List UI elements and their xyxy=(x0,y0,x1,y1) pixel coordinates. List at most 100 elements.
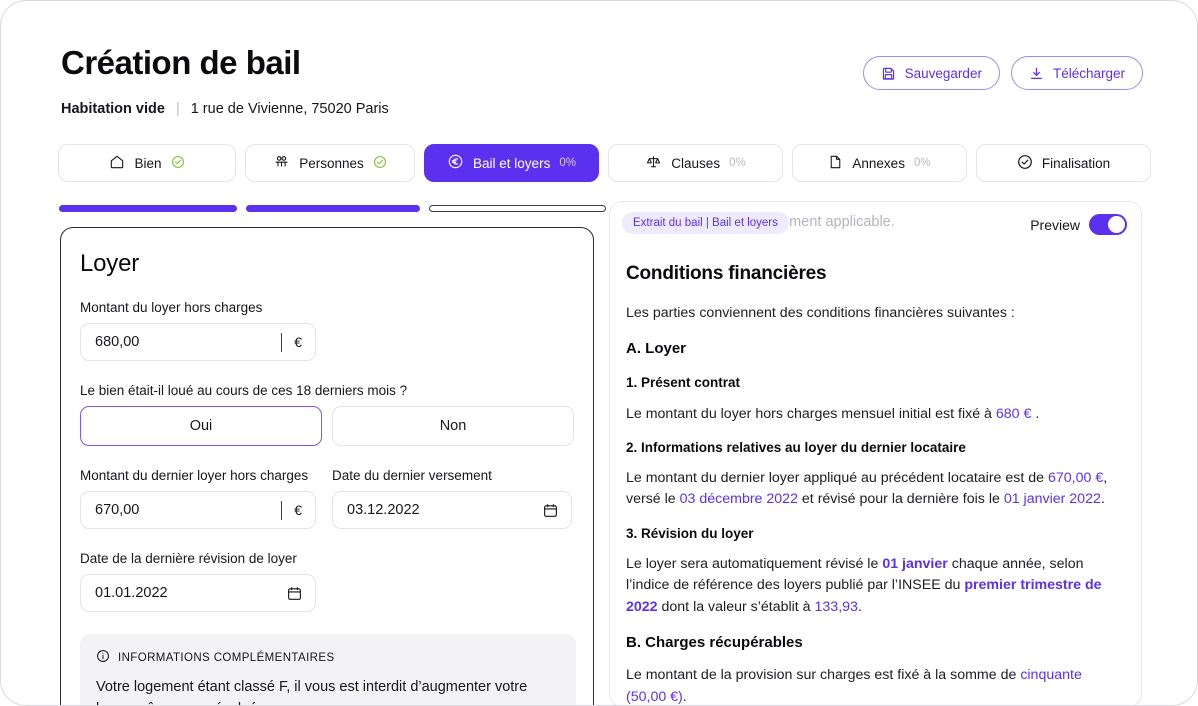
save-icon xyxy=(881,66,896,81)
breadcrumb-separator: | xyxy=(175,101,180,118)
save-button[interactable]: Sauvegarder xyxy=(862,56,1000,90)
download-icon xyxy=(1029,66,1044,81)
form-section-title: Loyer xyxy=(80,250,140,277)
preview-panel-header: t sera immédiatement applicable. Extrait… xyxy=(610,202,1141,244)
toggle-knob xyxy=(1108,216,1125,233)
doc-p1-pre: Le montant du loyer hors charges mensuel… xyxy=(626,405,992,422)
check-circle-icon xyxy=(1017,154,1033,173)
calendar-icon[interactable] xyxy=(542,502,571,519)
last-rent-value: 670,00 xyxy=(95,502,140,518)
preview-toggle-switch[interactable] xyxy=(1089,214,1127,235)
preview-panel: t sera immédiatement applicable. Extrait… xyxy=(609,201,1142,705)
doc-paragraph-4: Le montant de la provision sur charges e… xyxy=(626,665,1125,705)
last-rent-row: Montant du dernier loyer hors charges 67… xyxy=(80,446,574,529)
tab-personnes[interactable]: Personnes xyxy=(245,144,415,182)
doc-p4-post: . xyxy=(682,688,687,705)
tab-bien[interactable]: Bien xyxy=(58,144,236,182)
tab-clauses-label: Clauses xyxy=(671,155,721,171)
tab-finalisation-label: Finalisation xyxy=(1041,155,1111,171)
doc-section-b: B. Charges récupérables xyxy=(626,633,803,651)
doc-p3-date: 01 janvier xyxy=(882,555,948,572)
preview-toggle-group: Preview xyxy=(1030,214,1127,235)
doc-p1-amount: 680 € xyxy=(995,405,1032,422)
tab-personnes-label: Personnes xyxy=(299,155,364,171)
choice-non[interactable]: Non xyxy=(332,406,574,446)
rented-question-label: Le bien était-il loué au cours de ces 18… xyxy=(80,383,408,398)
download-button[interactable]: Télécharger xyxy=(1010,56,1143,90)
rent-form-card: Loyer Montant du loyer hors charges 680,… xyxy=(60,227,594,705)
last-payment-date-value: 03.12.2022 xyxy=(347,502,420,518)
doc-p2-post: . xyxy=(1100,491,1105,508)
tab-personnes-complete-icon xyxy=(373,155,387,172)
wizard-tabs: Bien Personnes Bail et loyers 0% Clauses… xyxy=(58,144,1151,182)
doc-sub-1: 1. Présent contrat xyxy=(626,375,741,391)
last-revision-date-label: Date de la dernière révision de loyer xyxy=(80,551,297,566)
info-icon xyxy=(96,649,110,666)
progress-bar-bail-et-loyers xyxy=(429,205,606,212)
progress-bar-personnes xyxy=(246,205,420,212)
people-icon xyxy=(273,154,290,173)
rent-amount-input[interactable]: 680,00 € xyxy=(80,323,316,361)
tab-bail-et-loyers-percent: 0% xyxy=(559,157,576,169)
choice-non-label: Non xyxy=(439,418,467,434)
rented-choice-group: Oui Non xyxy=(80,406,574,446)
doc-section-a: A. Loyer xyxy=(626,339,687,357)
tab-annexes-percent: 0% xyxy=(913,157,931,169)
doc-p4-pre: Le montant de la provision sur charges e… xyxy=(626,667,1017,684)
rent-amount-value: 680,00 xyxy=(95,334,140,350)
tab-bail-et-loyers-label: Bail et loyers xyxy=(473,155,551,171)
extract-badge: Extrait du bail | Bail et loyers xyxy=(622,212,789,234)
tab-finalisation[interactable]: Finalisation xyxy=(976,144,1151,182)
header-actions: Sauvegarder Télécharger xyxy=(862,56,1143,90)
breadcrumb: Habitation vide | 1 rue de Vivienne, 750… xyxy=(61,101,1143,117)
doc-p1-post: . xyxy=(1035,405,1040,422)
euro-suffix: € xyxy=(281,492,315,528)
doc-p3-value: 133,93 xyxy=(814,598,858,615)
tab-annexes-label: Annexes xyxy=(852,155,905,171)
tab-bail-et-loyers[interactable]: Bail et loyers 0% xyxy=(424,144,599,182)
page-header: Création de bail Habitation vide | 1 rue… xyxy=(61,44,1143,117)
scales-icon xyxy=(645,154,662,173)
additional-info-box: INFORMATIONS COMPLÉMENTAIRES Votre logem… xyxy=(80,634,576,705)
last-revision-date-value: 01.01.2022 xyxy=(95,585,168,601)
doc-p2-amount: 670,00 € xyxy=(1047,470,1104,487)
tab-bien-complete-icon xyxy=(171,155,185,172)
doc-sub-3: 3. Révision du loyer xyxy=(626,525,754,541)
choice-oui-label: Oui xyxy=(189,418,213,434)
app-window: Création de bail Habitation vide | 1 rue… xyxy=(0,0,1198,706)
calendar-icon[interactable] xyxy=(286,585,315,602)
home-icon xyxy=(109,154,125,173)
doc-intro: Les parties conviennent des conditions f… xyxy=(626,304,1015,321)
doc-p2-pre: Le montant du dernier loyer appliqué au … xyxy=(626,470,1045,487)
doc-p2-mid2: et révisé pour la dernière fois le xyxy=(801,491,1000,508)
download-button-label: Télécharger xyxy=(1052,65,1125,81)
lease-document-preview: Conditions financières Les parties convi… xyxy=(610,244,1141,705)
document-icon xyxy=(828,154,843,173)
progress-bar-bien xyxy=(59,205,237,212)
euro-symbol: € xyxy=(294,502,302,518)
tab-annexes[interactable]: Annexes 0% xyxy=(792,144,967,182)
doc-paragraph-3: Le loyer sera automatiquement révisé le … xyxy=(626,554,1125,618)
doc-paragraph-1: Le montant du loyer hors charges mensuel… xyxy=(626,404,1125,425)
tab-clauses[interactable]: Clauses 0% xyxy=(608,144,783,182)
property-type: Habitation vide xyxy=(61,101,165,118)
property-address: 1 rue de Vivienne, 75020 Paris xyxy=(190,101,389,118)
euro-symbol: € xyxy=(294,334,302,350)
last-payment-date-label: Date du dernier versement xyxy=(332,468,492,483)
choice-oui[interactable]: Oui xyxy=(80,406,322,446)
last-revision-date-input[interactable]: 01.01.2022 xyxy=(80,574,316,612)
tab-clauses-percent: 0% xyxy=(729,157,746,169)
rent-amount-label: Montant du loyer hors charges xyxy=(80,300,263,315)
doc-p2-date1: 03 décembre 2022 xyxy=(679,491,798,508)
last-rent-input[interactable]: 670,00 € xyxy=(80,491,316,529)
doc-p3-pre: Le loyer sera automatiquement révisé le xyxy=(626,555,879,572)
additional-info-text: Votre logement étant classé F, il vous e… xyxy=(96,679,528,705)
last-payment-date-input[interactable]: 03.12.2022 xyxy=(332,491,572,529)
doc-sub-2: 2. Informations relatives au loyer du de… xyxy=(626,439,966,455)
euro-circle-icon xyxy=(447,153,464,173)
tab-bien-label: Bien xyxy=(134,155,162,171)
doc-heading: Conditions financières xyxy=(626,263,827,284)
save-button-label: Sauvegarder xyxy=(904,65,982,81)
progress-strip xyxy=(59,205,606,212)
preview-toggle-label: Preview xyxy=(1030,216,1080,233)
